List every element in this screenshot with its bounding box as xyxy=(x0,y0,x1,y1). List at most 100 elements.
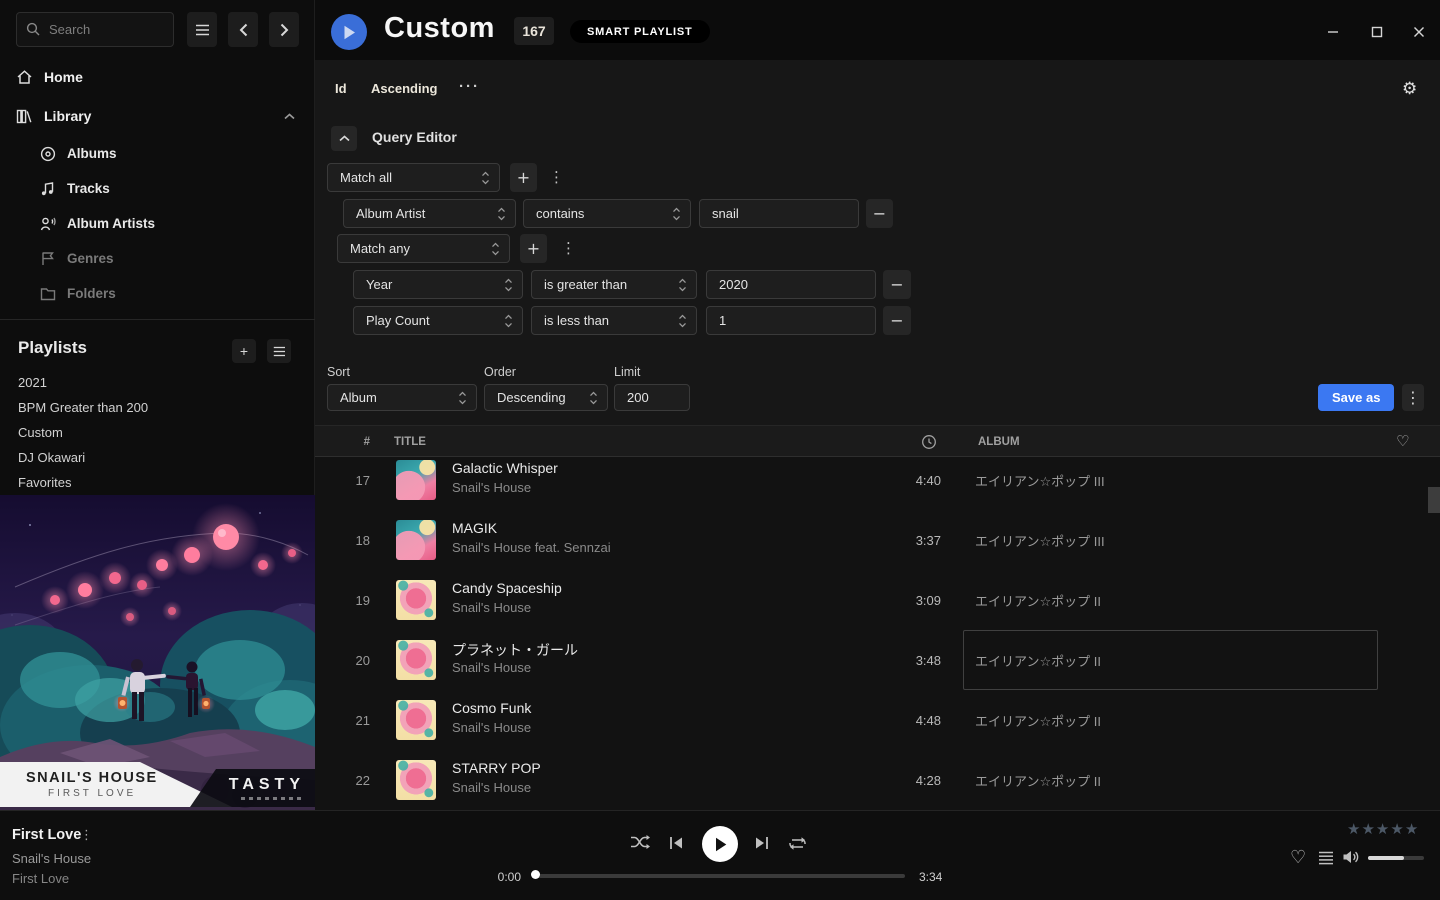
sidebar-item-folders[interactable]: Folders xyxy=(0,277,315,310)
track-title[interactable]: MAGIK xyxy=(452,520,497,536)
nested-match-select[interactable]: Match any xyxy=(337,234,510,263)
sort-direction-button[interactable]: Ascending xyxy=(371,81,437,96)
rule-operator-select[interactable]: contains xyxy=(523,199,691,228)
track-artist[interactable]: Snail's House xyxy=(452,780,531,795)
star-icon[interactable]: ★ xyxy=(1390,820,1403,838)
track-album[interactable]: エイリアン☆ポップ III xyxy=(975,457,1375,510)
sort-field-button[interactable]: Id xyxy=(335,81,347,96)
column-index[interactable]: # xyxy=(330,436,370,448)
previous-track-button[interactable] xyxy=(668,836,684,850)
add-rule-button[interactable]: + xyxy=(510,163,537,192)
shuffle-button[interactable] xyxy=(630,834,650,850)
query-sort-select[interactable]: Album xyxy=(327,384,477,411)
rule-value-input[interactable] xyxy=(699,199,859,228)
rule-field-select[interactable]: Album Artist xyxy=(343,199,516,228)
nested-group-menu-button[interactable]: ⋮ xyxy=(561,239,576,257)
track-artist[interactable]: Snail's House xyxy=(452,720,531,735)
track-album[interactable]: エイリアン☆ポップ II xyxy=(975,690,1375,750)
now-playing-album[interactable]: First Love xyxy=(12,871,69,886)
favorite-heart-icon[interactable]: ♡ xyxy=(1290,847,1306,868)
track-album[interactable]: エイリアン☆ポップ II xyxy=(975,750,1375,810)
track-row[interactable]: 19 Candy Spaceship Snail's House 3:09 エイ… xyxy=(315,570,1440,630)
sidebar-item-library[interactable]: Library xyxy=(0,99,315,133)
rule-value-input[interactable] xyxy=(706,270,876,299)
save-as-button[interactable]: Save as xyxy=(1318,384,1394,411)
seek-bar[interactable] xyxy=(535,874,905,878)
rule-field-select[interactable]: Year xyxy=(353,270,523,299)
query-menu-button[interactable]: ⋮ xyxy=(1402,384,1424,411)
star-icon[interactable]: ★ xyxy=(1376,820,1389,838)
sidebar-menu-button[interactable] xyxy=(187,12,217,47)
track-row[interactable]: 17 Galactic Whisper Snail's House 4:40 エ… xyxy=(315,457,1440,510)
track-title[interactable]: STARRY POP xyxy=(452,760,541,776)
group-menu-button[interactable]: ⋮ xyxy=(549,168,564,186)
sidebar-item-albums[interactable]: Albums xyxy=(0,137,315,170)
playlist-list-button[interactable] xyxy=(267,339,291,363)
window-maximize-button[interactable] xyxy=(1362,17,1392,47)
chevron-up-icon[interactable] xyxy=(284,113,295,120)
root-match-select[interactable]: Match all xyxy=(327,163,500,192)
track-title[interactable]: Candy Spaceship xyxy=(452,580,562,596)
play-pause-button[interactable] xyxy=(702,826,738,862)
sidebar-item-tracks[interactable]: Tracks xyxy=(0,172,315,205)
track-artist[interactable]: Snail's House xyxy=(452,480,531,495)
now-playing-album-art[interactable]: SNAIL'S HOUSE FIRST LOVE TASTY xyxy=(0,495,315,810)
remove-rule-button[interactable]: − xyxy=(883,306,911,335)
track-title[interactable]: プラネット・ガール xyxy=(452,640,578,660)
seek-handle[interactable] xyxy=(531,870,540,879)
clock-icon[interactable] xyxy=(921,434,937,450)
nav-forward-button[interactable] xyxy=(269,12,299,47)
playlist-item[interactable]: Custom xyxy=(18,420,298,445)
playlist-item[interactable]: DJ Okawari xyxy=(18,445,298,470)
next-track-button[interactable] xyxy=(754,836,770,850)
track-artist[interactable]: Snail's House feat. Sennzai xyxy=(452,540,611,555)
play-playlist-button[interactable] xyxy=(331,14,367,50)
sidebar-item-genres[interactable]: Genres xyxy=(0,242,315,275)
sidebar-item-home[interactable]: Home xyxy=(0,60,315,94)
now-playing-menu-button[interactable]: ⋮ xyxy=(80,828,93,843)
column-album[interactable]: ALBUM xyxy=(978,436,1020,448)
track-row[interactable]: 22 STARRY POP Snail's House 4:28 エイリアン☆ポ… xyxy=(315,750,1440,810)
rule-field-select[interactable]: Play Count xyxy=(353,306,523,335)
remove-rule-button[interactable]: − xyxy=(866,199,893,228)
now-playing-title[interactable]: First Love xyxy=(12,827,81,843)
column-title[interactable]: TITLE xyxy=(394,436,426,448)
query-limit-input[interactable] xyxy=(614,384,690,411)
remove-rule-button[interactable]: − xyxy=(883,270,911,299)
rule-operator-select[interactable]: is greater than xyxy=(531,270,697,299)
collapse-query-editor-button[interactable] xyxy=(331,126,357,151)
rule-operator-select[interactable]: is less than xyxy=(531,306,697,335)
query-order-select[interactable]: Descending xyxy=(484,384,608,411)
track-album[interactable]: エイリアン☆ポップ II xyxy=(975,570,1375,630)
track-row[interactable]: 21 Cosmo Funk Snail's House 4:48 エイリアン☆ポ… xyxy=(315,690,1440,750)
track-title[interactable]: Galactic Whisper xyxy=(452,460,558,476)
track-row[interactable]: 18 MAGIK Snail's House feat. Sennzai 3:3… xyxy=(315,510,1440,570)
volume-slider[interactable] xyxy=(1368,856,1424,860)
track-row[interactable]: 20 プラネット・ガール Snail's House 3:48 エイリアン☆ポッ… xyxy=(315,630,1440,690)
track-artist[interactable]: Snail's House xyxy=(452,600,531,615)
star-icon[interactable]: ★ xyxy=(1361,820,1374,838)
track-album[interactable]: エイリアン☆ポップ III xyxy=(975,510,1375,570)
window-close-button[interactable] xyxy=(1404,17,1434,47)
playlist-item[interactable]: Favorites xyxy=(18,470,298,495)
playlist-item[interactable]: BPM Greater than 200 xyxy=(18,395,298,420)
star-icon[interactable]: ★ xyxy=(1405,820,1418,838)
sidebar-item-album-artists[interactable]: Album Artists xyxy=(0,207,315,240)
track-artist[interactable]: Snail's House xyxy=(452,660,531,675)
queue-button[interactable] xyxy=(1318,851,1334,865)
heart-icon[interactable]: ♡ xyxy=(1396,432,1409,450)
gear-icon[interactable]: ⚙ xyxy=(1402,79,1417,99)
track-title[interactable]: Cosmo Funk xyxy=(452,700,531,716)
repeat-button[interactable] xyxy=(788,836,807,851)
star-icon[interactable]: ★ xyxy=(1347,820,1360,838)
window-minimize-button[interactable] xyxy=(1318,17,1348,47)
nav-back-button[interactable] xyxy=(228,12,258,47)
scrollbar-thumb[interactable] xyxy=(1428,487,1440,513)
volume-button[interactable] xyxy=(1342,849,1360,865)
add-playlist-button[interactable]: + xyxy=(232,339,256,363)
now-playing-artist[interactable]: Snail's House xyxy=(12,851,91,866)
add-nested-rule-button[interactable]: + xyxy=(520,234,547,263)
playlist-item[interactable]: 2021 xyxy=(18,370,298,395)
rating-stars[interactable]: ★ ★ ★ ★ ★ xyxy=(1347,820,1418,838)
rule-value-input[interactable] xyxy=(706,306,876,335)
